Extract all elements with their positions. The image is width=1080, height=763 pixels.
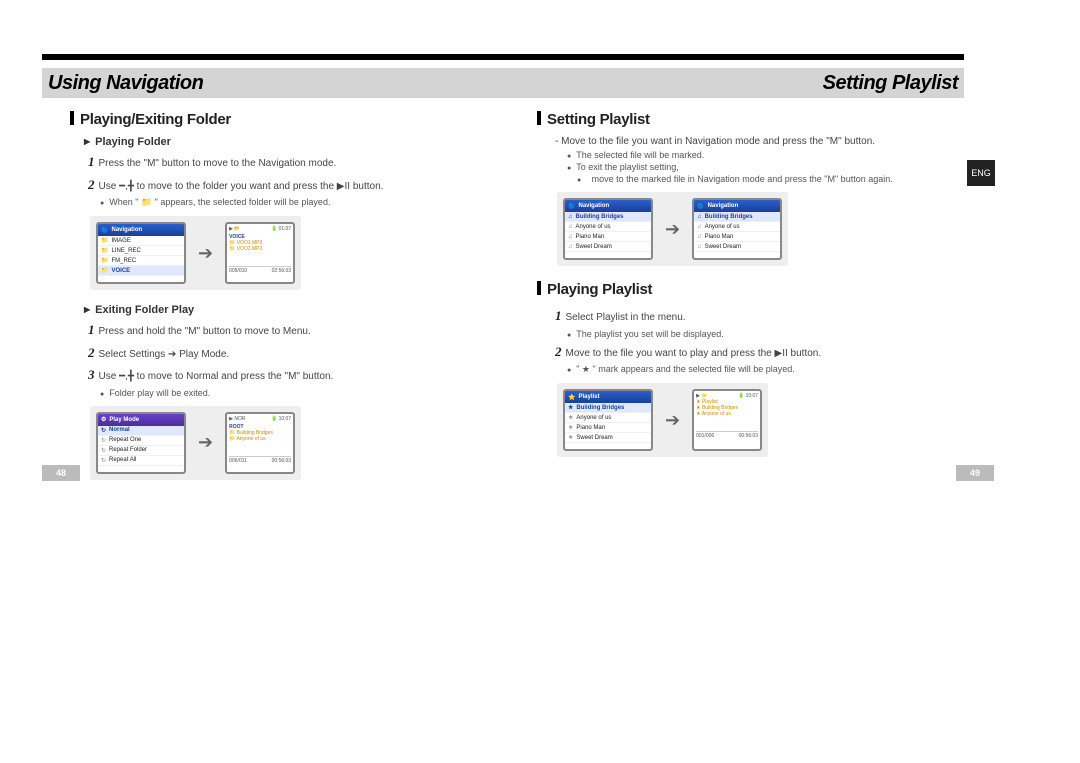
section-playing-playlist: Playing Playlist: [537, 280, 964, 298]
top-bar: [42, 54, 964, 60]
screen-pl-left: ⭐Playlist ★Building Bridges ★Anyone of u…: [563, 389, 653, 451]
arrow-icon: ➔: [198, 243, 213, 264]
rstep-2: 2Move to the file you want to play and p…: [555, 342, 964, 362]
screen-sp-right: 🔵Navigation ♫Building Bridges ♫Anyone of…: [692, 198, 782, 260]
header-right: Setting Playlist: [823, 72, 958, 95]
sub-exiting-folder: Exiting Folder Play: [84, 304, 497, 316]
content: Playing/Exiting Folder Playing Folder 1P…: [70, 110, 964, 723]
header: Using Navigation Setting Playlist: [42, 68, 964, 98]
section-playing-exiting: Playing/Exiting Folder: [70, 110, 497, 128]
sub-playing-folder: Playing Folder: [84, 136, 497, 148]
right-column: Setting Playlist - Move to the file you …: [537, 110, 964, 723]
device-playmode: ⚙Play Mode ↻Normal ↻Repeat One ↻Repeat F…: [90, 406, 301, 480]
device-setplaylist: 🔵Navigation ♫Building Bridges ♫Anyone of…: [557, 192, 788, 266]
page-number-left: 48: [42, 465, 80, 481]
bullet-r2b: ●move to the marked file in Navigation m…: [577, 174, 964, 184]
bullet-1: When " 📁 " appears, the selected folder …: [100, 197, 497, 208]
step-3: 1Press and hold the "M" button to move t…: [88, 320, 497, 340]
screen-pm-left: ⚙Play Mode ↻Normal ↻Repeat One ↻Repeat F…: [96, 412, 186, 474]
arrow-icon: ➔: [665, 410, 680, 431]
header-left: Using Navigation: [48, 72, 203, 95]
bullet-r4: " ★ " mark appears and the selected file…: [567, 364, 964, 375]
step-5: 3Use ━,╋ to move to Normal and press the…: [88, 365, 497, 385]
device-nav-folder: 🔵Navigation 📁IMAGE 📁LINE_REC 📁FM_REC 📁VO…: [90, 216, 301, 290]
arrow-icon: ➔: [665, 219, 680, 240]
language-tab: ENG: [967, 160, 995, 186]
arrow-icon: ➔: [198, 432, 213, 453]
screen-sp-left: 🔵Navigation ♫Building Bridges ♫Anyone of…: [563, 198, 653, 260]
left-column: Playing/Exiting Folder Playing Folder 1P…: [70, 110, 497, 723]
bullet-2: Folder play will be exited.: [100, 388, 497, 398]
screen-pl-right: ▶ ⭐🔋 10:07 ★ Playlist ★ Building Bridges…: [692, 389, 762, 451]
dash-instruction: - Move to the file you want in Navigatio…: [555, 136, 964, 147]
section-setting-playlist: Setting Playlist: [537, 110, 964, 128]
bullet-r3: The playlist you set will be displayed.: [567, 329, 964, 339]
screen-nav-right: ▶ 📂🔋 01:07 VOICE 📁 VOO1.MP3 📁 VOO2.MP3 0…: [225, 222, 295, 284]
step-4: 2Select Settings ➔ Play Mode.: [88, 343, 497, 363]
page-number-right: 49: [956, 465, 994, 481]
screen-nav-left: 🔵Navigation 📁IMAGE 📁LINE_REC 📁FM_REC 📁VO…: [96, 222, 186, 284]
bullet-r1: The selected file will be marked.: [567, 150, 964, 160]
screen-pm-right: ▶ NOR🔋 10:07 ROOT 📁 Building Bridges 📁 A…: [225, 412, 295, 474]
rstep-1: 1Select Playlist in the menu.: [555, 306, 964, 326]
step-1: 1Press the "M" button to move to the Nav…: [88, 152, 497, 172]
step-2: 2Use ━,╋ to move to the folder you want …: [88, 175, 497, 195]
device-playlist: ⭐Playlist ★Building Bridges ★Anyone of u…: [557, 383, 768, 457]
bullet-r2: To exit the playlist setting,: [567, 162, 964, 172]
